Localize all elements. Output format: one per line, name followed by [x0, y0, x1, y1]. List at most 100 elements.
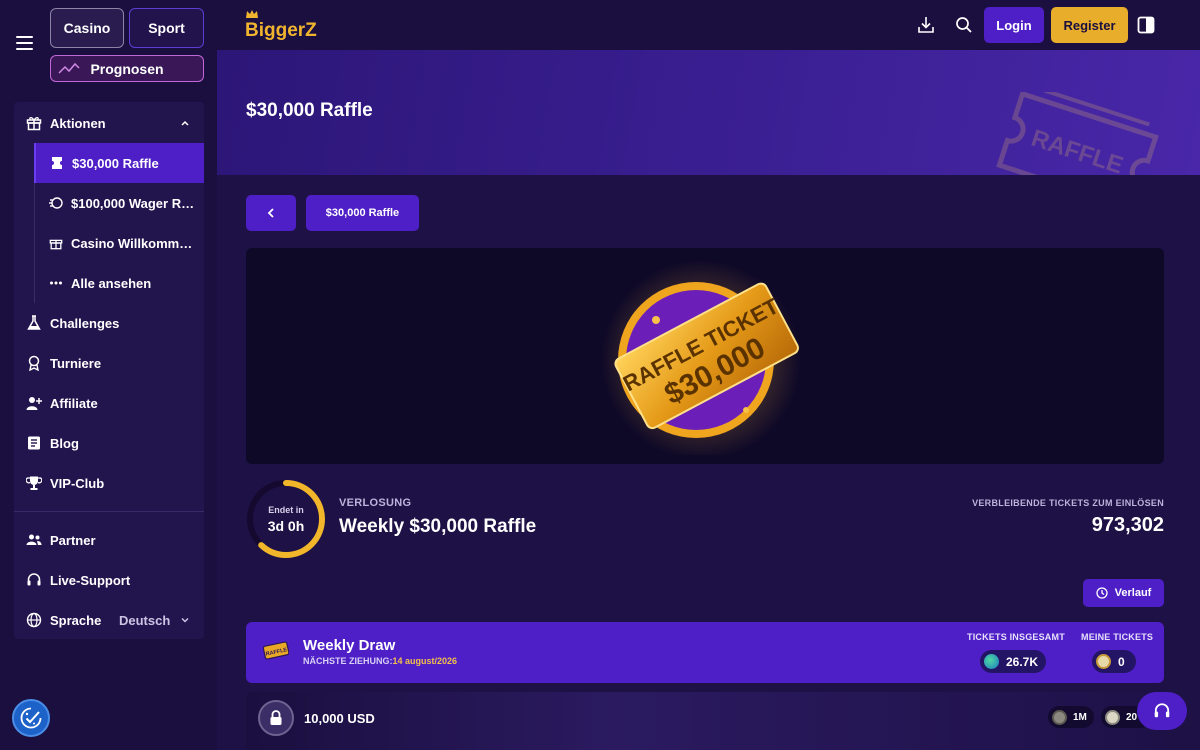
category-casino-button[interactable]: Casino	[50, 8, 124, 48]
sidebar-item-label: Turniere	[50, 355, 102, 371]
sidebar-item-label: Casino Willkommensbonus	[71, 235, 195, 251]
sidebar-item-turniere[interactable]: Turniere	[14, 343, 204, 383]
chevron-up-icon	[181, 120, 189, 126]
race-icon	[49, 196, 63, 210]
sidebar-item-challenges[interactable]: Challenges	[14, 303, 204, 343]
sidebar-item-blog[interactable]: Blog	[14, 423, 204, 463]
sidebar-item-label: $100,000 Wager Race	[71, 195, 195, 211]
menu-icon[interactable]	[16, 36, 34, 50]
chevron-left-icon	[267, 208, 274, 218]
headset-icon	[1154, 703, 1170, 718]
search-icon[interactable]	[954, 15, 974, 35]
countdown: Endet in 3d 0h	[246, 479, 326, 559]
brand-logo-text: BiggerZ	[245, 20, 317, 41]
headset-icon	[26, 572, 42, 588]
sidebar-item-label: Affiliate	[50, 395, 98, 411]
sidebar-sub-item-welcome-bonus[interactable]: Casino Willkommensbonus	[34, 223, 204, 263]
chart-line-icon	[58, 62, 80, 74]
draw-title: Weekly Draw	[303, 637, 396, 654]
live-support-button[interactable]	[1137, 692, 1187, 730]
sidebar-sub-item-wager-race[interactable]: $100,000 Wager Race	[34, 183, 204, 223]
sidebar-sub-item-see-all[interactable]: Alle ansehen	[34, 263, 204, 303]
sidebar-item-label: Alle ansehen	[71, 275, 152, 291]
register-button[interactable]: Register	[1051, 7, 1128, 43]
sidebar-item-vip[interactable]: VIP-Club	[14, 463, 204, 503]
ticket-icon	[50, 156, 64, 170]
sidebar-item-label: Sprache	[50, 612, 102, 628]
sidebar-item-label: Aktionen	[50, 115, 106, 131]
globe-icon	[26, 612, 42, 628]
ticket-watermark-icon: RAFFLE	[996, 92, 1159, 175]
token-icon	[1052, 709, 1067, 725]
sidebar-item-live-support[interactable]: Live-Support	[14, 560, 204, 600]
sidebar-item-aktionen[interactable]: Aktionen	[14, 103, 204, 143]
register-button-label: Register	[1063, 17, 1116, 33]
top-bar: BiggerZ Login Register	[217, 0, 1200, 50]
crown-icon	[246, 10, 258, 18]
prize-stat-value: 1M	[1073, 711, 1087, 723]
breadcrumb-label: $30,000 Raffle	[325, 207, 400, 219]
remaining-tickets-value: 973,302	[1091, 514, 1164, 536]
sidebar-item-label: $30,000 Raffle	[72, 155, 159, 171]
sidebar-item-label: Challenges	[50, 315, 120, 331]
book-icon	[26, 435, 42, 451]
page-title: $30,000 Raffle	[246, 100, 373, 121]
sidebar-item-partner[interactable]: Partner	[14, 520, 204, 560]
sidebar-nav: Aktionen $30,000 Raffle $100,000 Wager R…	[14, 102, 204, 639]
category-prognosen-label: Prognosen	[90, 60, 164, 77]
sidebar: Casino Sport Prognosen Aktionen $30,000 …	[0, 0, 217, 750]
raffle-title: Weekly $30,000 Raffle	[339, 516, 537, 537]
user-plus-icon	[26, 395, 42, 411]
language-value: Deutsch	[119, 612, 171, 628]
history-button[interactable]: Verlauf	[1083, 579, 1164, 607]
raffle-ticket-icon: RAFFLE	[263, 641, 289, 660]
total-tickets-value: 26.7K	[1006, 654, 1039, 669]
back-button[interactable]	[246, 195, 296, 231]
page-hero: $30,000 Raffle RAFFLE	[217, 50, 1200, 175]
breadcrumb[interactable]: $30,000 Raffle	[306, 195, 419, 231]
download-icon[interactable]	[916, 15, 936, 35]
cookie-settings-button[interactable]	[12, 699, 50, 737]
category-sport-button[interactable]: Sport	[129, 8, 204, 48]
raffle-ticket-coin-image: RAFFLE TICKET $30,000	[601, 260, 801, 455]
raffle-banner: RAFFLE TICKET $30,000	[246, 248, 1164, 464]
my-tickets-value: 0	[1118, 654, 1125, 669]
category-sport-label: Sport	[148, 20, 185, 36]
weekly-draw-bar: RAFFLE Weekly Draw NÄCHSTE ZIEHUNG:14 au…	[246, 622, 1164, 683]
flask-icon	[26, 315, 42, 331]
clock-icon	[1096, 587, 1108, 599]
brand-logo[interactable]: BiggerZ	[245, 10, 317, 42]
chevron-down-icon	[181, 617, 189, 623]
category-prognosen-button[interactable]: Prognosen	[50, 55, 204, 82]
gift-icon	[26, 115, 42, 131]
lock-icon	[258, 700, 294, 736]
my-tickets-pill: 0	[1092, 650, 1136, 673]
cookie-check-icon	[20, 707, 42, 729]
user-token-icon	[1096, 654, 1111, 669]
sidebar-item-label: Partner	[50, 532, 96, 548]
prize-row: 10,000 USD 1M 20	[246, 692, 1164, 750]
svg-text:RAFFLE: RAFFLE	[1028, 125, 1126, 175]
sidebar-item-label: VIP-Club	[50, 475, 105, 491]
sidebar-item-language[interactable]: Sprache Deutsch	[14, 600, 204, 640]
sidebar-item-affiliate[interactable]: Affiliate	[14, 383, 204, 423]
raffle-kicker: VERLOSUNG	[339, 497, 412, 509]
panel-toggle-icon[interactable]	[1137, 16, 1155, 34]
login-button[interactable]: Login	[984, 7, 1044, 43]
prize-amount: 10,000 USD	[304, 711, 375, 726]
next-draw: NÄCHSTE ZIEHUNG:14 august/2026	[303, 656, 457, 666]
users-icon	[26, 532, 42, 548]
sidebar-item-label: Live-Support	[50, 572, 131, 588]
remaining-tickets-label: VERBLEIBENDE TICKETS ZUM EINLÖSEN	[972, 498, 1164, 508]
prize-stat-value: 20	[1126, 711, 1138, 723]
prize-stat-pill: 1M	[1048, 706, 1094, 728]
category-casino-label: Casino	[63, 20, 111, 36]
my-tickets-label: MEINE TICKETS	[1081, 632, 1154, 642]
sidebar-sub-item-raffle[interactable]: $30,000 Raffle	[34, 143, 204, 183]
next-draw-label: NÄCHSTE ZIEHUNG:	[303, 656, 393, 666]
history-button-label: Verlauf	[1114, 587, 1152, 599]
login-button-label: Login	[996, 17, 1032, 33]
next-draw-date: 14 august/2026	[392, 656, 458, 666]
user-token-icon	[1105, 709, 1120, 725]
countdown-value: 3d 0h	[267, 517, 305, 534]
